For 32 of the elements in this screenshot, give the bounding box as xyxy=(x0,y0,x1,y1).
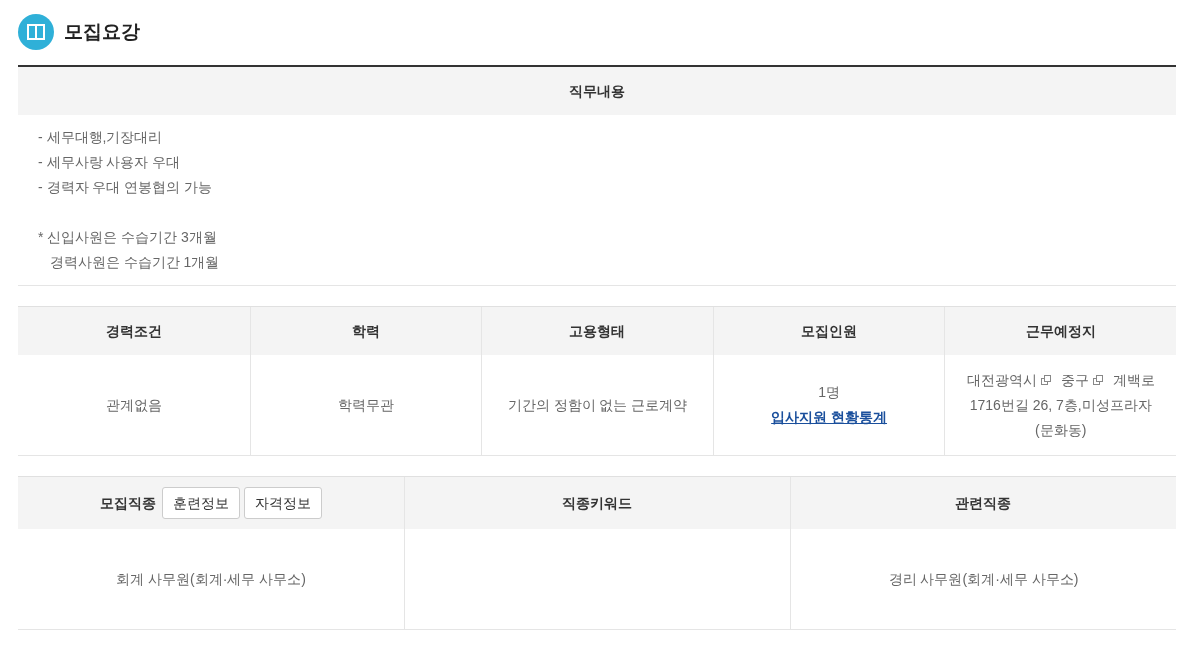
info-button[interactable]: 자격정보 xyxy=(244,487,322,519)
cell-text: (문화동) xyxy=(1034,420,1088,440)
cell-text: 기간의 정함이 없는 근로계약 xyxy=(507,396,688,413)
cell-text: 경리 사무원(회계·세무 사무소) xyxy=(888,569,1079,589)
cell-text: 계백로 xyxy=(1112,371,1155,388)
book-icon xyxy=(18,14,54,50)
cell-text: 학력무관 xyxy=(337,396,394,413)
cell-text: 관계없음 xyxy=(105,396,162,413)
column-header: 고용형태 xyxy=(481,307,713,355)
note-line: * 신입사원은 수습기간 3개월 xyxy=(38,228,218,247)
region-link[interactable]: 중구 xyxy=(1060,367,1089,393)
description-line: - 경력자 우대 연봉협의 가능 xyxy=(38,178,214,197)
region-link[interactable]: 대전광역시 xyxy=(966,367,1037,393)
column-header: 직종키워드 xyxy=(561,493,632,513)
cell-text: 1명 xyxy=(818,384,840,400)
description-line: - 세무대행,기장대리 xyxy=(38,128,164,147)
column-header: 모집직종 xyxy=(100,493,156,513)
column-header: 근무예정지 xyxy=(944,307,1176,355)
info-button[interactable]: 훈련정보 xyxy=(162,487,240,519)
cell-text: 회계 사무원(회계·세무 사무소) xyxy=(116,569,306,589)
column-header: 관련직종 xyxy=(954,493,1011,513)
table-header: 직무내용 xyxy=(18,67,1176,115)
popup-icon[interactable] xyxy=(1092,375,1103,385)
popup-icon[interactable] xyxy=(1040,375,1051,385)
note-line: 경력사원은 수습기간 1개월 xyxy=(48,253,221,272)
cell-text: 1716번길 26, 7층,미성프라자 xyxy=(968,395,1153,415)
description-line: - 세무사랑 사용자 우대 xyxy=(38,153,182,172)
column-header: 학력 xyxy=(249,307,482,355)
section-title: 모집요강 xyxy=(64,19,140,44)
column-header: 모집인원 xyxy=(712,307,945,355)
stats-link[interactable]: 입사지원 현황통계 xyxy=(771,405,888,430)
column-header: 경력조건 xyxy=(18,307,250,355)
